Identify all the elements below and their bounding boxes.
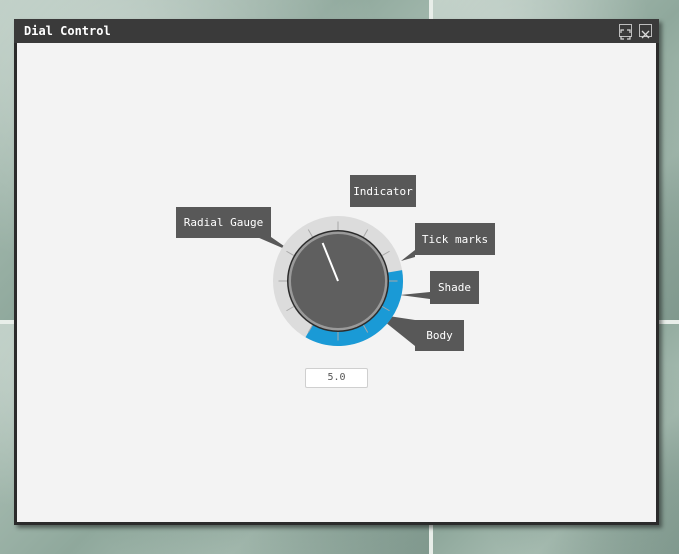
shade-callout-pointer bbox=[400, 292, 430, 299]
dial-control-window: Dial Control Indicator Radial Gauge Tick… bbox=[14, 19, 659, 525]
dial-value-field[interactable]: 5.0 bbox=[305, 368, 368, 388]
indicator-callout: Indicator bbox=[350, 175, 416, 207]
window-titlebar[interactable]: Dial Control bbox=[14, 19, 659, 43]
window-content: Indicator Radial Gauge Tick marks Shade … bbox=[17, 43, 656, 522]
dial-graphic bbox=[257, 216, 430, 346]
radial-gauge-callout: Radial Gauge bbox=[176, 207, 271, 238]
close-icon bbox=[641, 30, 650, 39]
tick-marks-callout: Tick marks bbox=[415, 223, 495, 255]
maximize-button[interactable] bbox=[619, 24, 632, 40]
maximize-icon bbox=[620, 29, 631, 40]
tick-marks-callout-pointer bbox=[401, 250, 415, 261]
close-button[interactable] bbox=[639, 24, 652, 39]
body-callout: Body bbox=[415, 320, 464, 351]
window-title: Dial Control bbox=[24, 24, 111, 38]
shade-callout: Shade bbox=[430, 271, 479, 304]
